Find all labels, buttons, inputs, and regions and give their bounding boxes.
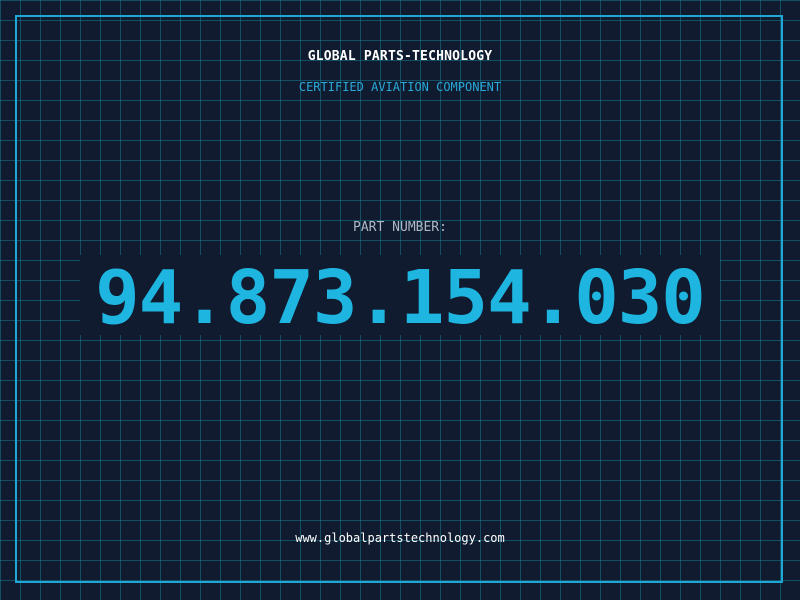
certification-subtitle: CERTIFIED AVIATION COMPONENT xyxy=(298,80,502,94)
website-url: www.globalpartstechnology.com xyxy=(295,531,505,545)
label-card: GLOBAL PARTS-TECHNOLOGY CERTIFIED AVIATI… xyxy=(0,0,800,600)
part-number-label: PART NUMBER: xyxy=(353,220,447,235)
company-name: GLOBAL PARTS-TECHNOLOGY xyxy=(307,49,493,64)
part-number-value: 94.873.154.030 xyxy=(95,255,706,341)
